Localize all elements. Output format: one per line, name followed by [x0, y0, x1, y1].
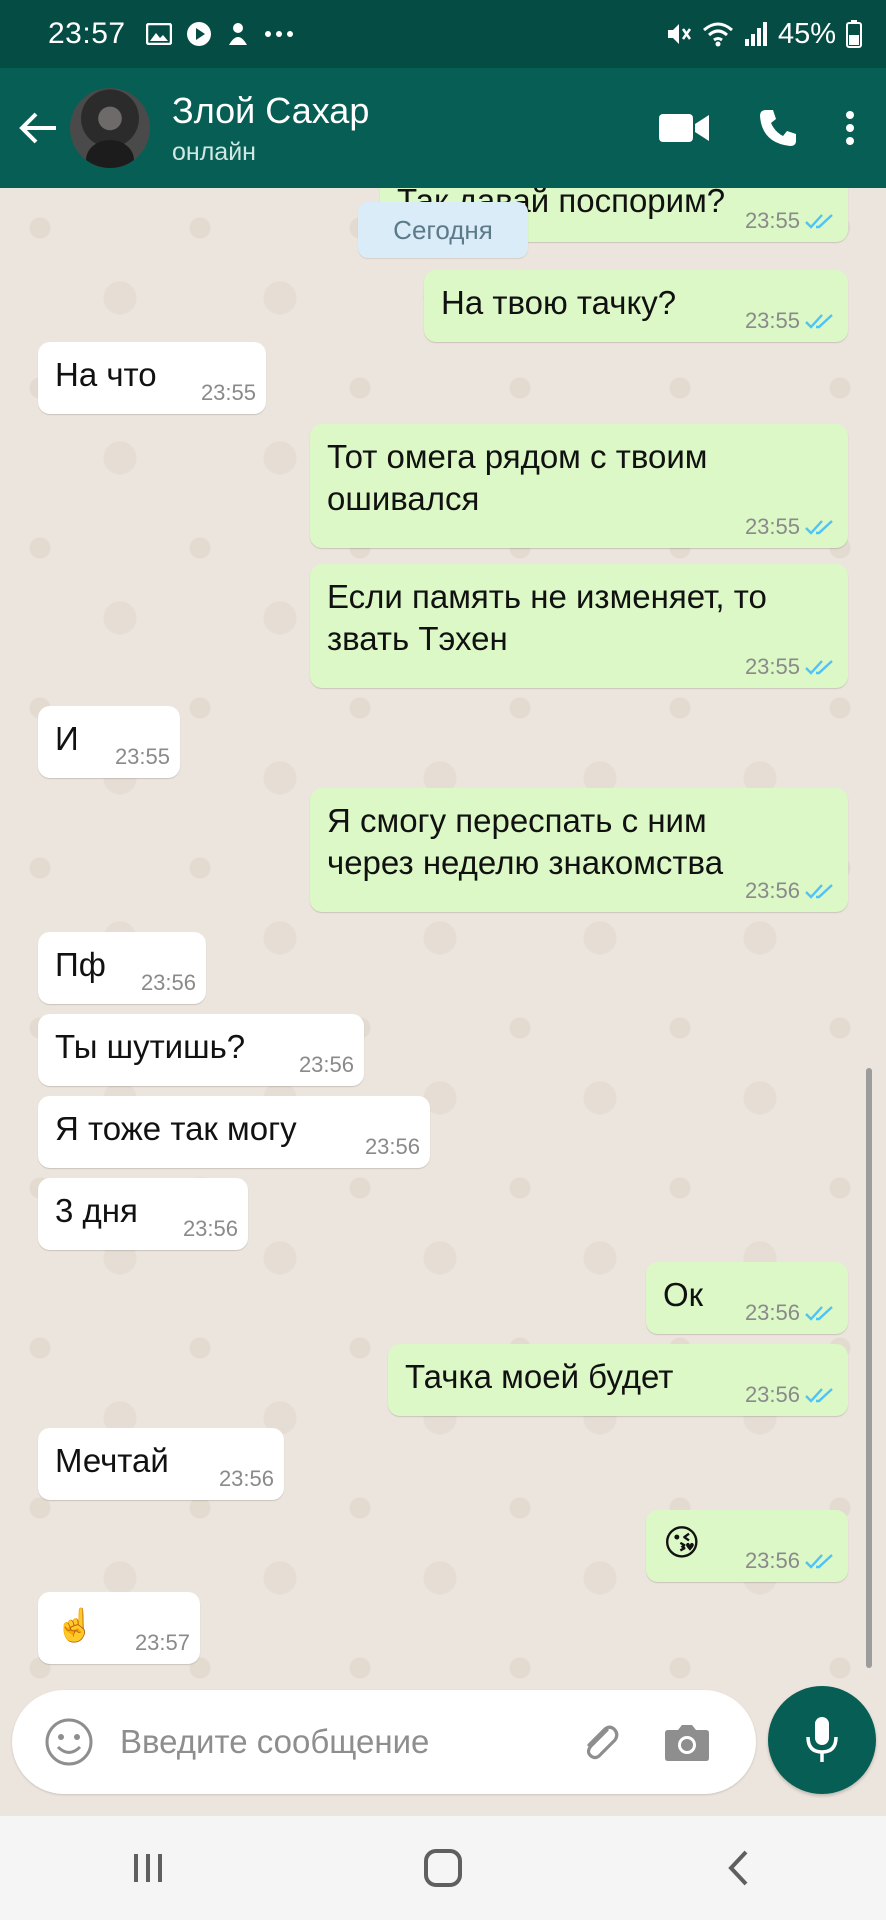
home-icon: [423, 1849, 462, 1887]
message-bubble-incoming[interactable]: Пф 23:56: [38, 932, 206, 1004]
mute-icon: [664, 20, 692, 48]
message-bubble-incoming[interactable]: Мечтай 23:56: [38, 1428, 284, 1500]
message-bubble-incoming[interactable]: 3 дня 23:56: [38, 1178, 248, 1250]
message-time: 23:55: [744, 654, 800, 679]
message-text: Ты шутишь?: [55, 1028, 246, 1065]
camera-button[interactable]: [652, 1707, 722, 1777]
message-text: Пф: [55, 946, 106, 983]
message-time: 23:57: [134, 1630, 190, 1655]
message-text: На что: [55, 356, 157, 393]
back-arrow-icon: [19, 112, 56, 144]
message-text: Я тоже так могу: [55, 1110, 297, 1147]
message-time: 23:56: [744, 878, 800, 903]
read-ticks-icon: [804, 518, 836, 536]
message-text: На твою тачку?: [441, 284, 677, 321]
paperclip-icon: [586, 1725, 619, 1760]
message-time: 23:56: [140, 970, 196, 995]
battery-icon: [846, 20, 862, 48]
camera-icon: [665, 1725, 709, 1761]
message-input[interactable]: [120, 1712, 560, 1772]
contact-info[interactable]: Злой Сахар онлайн: [172, 90, 369, 167]
signal-icon: [744, 21, 768, 47]
emoji-smile-icon: [45, 1718, 93, 1766]
date-separator: Сегодня: [358, 202, 528, 258]
emoji-kiss-icon: 😘: [663, 1522, 701, 1563]
message-time: 23:55: [200, 380, 256, 405]
message-text: Если память не изменяет, то звать Тэхен: [327, 578, 767, 657]
read-ticks-icon: [804, 1552, 836, 1570]
message-bubble-outgoing[interactable]: Я смогу переспать с ним через неделю зна…: [310, 788, 848, 912]
back-button[interactable]: [8, 98, 68, 158]
message-bubble-outgoing[interactable]: Тачка моей будет 23:56: [388, 1344, 848, 1416]
message-text: 3 дня: [55, 1192, 138, 1229]
wifi-icon: [702, 20, 734, 48]
message-time: 23:55: [744, 308, 800, 333]
read-ticks-icon: [804, 212, 836, 230]
message-bubble-outgoing[interactable]: Ок 23:56: [646, 1262, 848, 1334]
read-ticks-icon: [804, 1304, 836, 1322]
message-bubble-incoming[interactable]: Я тоже так могу 23:56: [38, 1096, 430, 1168]
phone-icon: [760, 110, 796, 146]
chevron-left-icon: [728, 1850, 748, 1886]
message-bubble-incoming[interactable]: ☝️ 23:57: [38, 1592, 200, 1664]
message-bubble-incoming[interactable]: На что 23:55: [38, 342, 266, 414]
more-dots-icon: [264, 30, 294, 38]
microphone-icon: [806, 1717, 838, 1762]
chat-header: Злой Сахар онлайн: [0, 68, 886, 188]
message-time: 23:55: [744, 514, 800, 539]
battery-percent: 45%: [777, 17, 836, 50]
message-bubble-outgoing[interactable]: Если память не изменяет, то звать Тэхен …: [310, 564, 848, 688]
message-text: Тот омега рядом с твоим ошивался: [327, 438, 708, 517]
contact-status: онлайн: [172, 137, 256, 166]
message-bubble-outgoing[interactable]: На твою тачку? 23:55: [424, 270, 848, 342]
play-icon: [186, 21, 212, 47]
message-time: 23:55: [744, 208, 800, 233]
home-button[interactable]: [398, 1828, 488, 1908]
more-vertical-icon: [846, 111, 854, 145]
read-ticks-icon: [804, 1386, 836, 1404]
chat-scrollbar[interactable]: [866, 1068, 872, 1668]
message-bubble-outgoing[interactable]: 😘 23:56: [646, 1510, 848, 1582]
status-bar: 23:57 45%: [0, 0, 886, 68]
message-text: Я смогу переспать с ним через неделю зна…: [327, 802, 724, 881]
message-time: 23:56: [182, 1216, 238, 1241]
message-time: 23:56: [744, 1300, 800, 1325]
video-camera-icon: [659, 114, 709, 142]
status-time: 23:57: [48, 17, 126, 50]
image-icon: [145, 23, 172, 45]
message-bubble-incoming[interactable]: И 23:55: [38, 706, 180, 778]
message-bubble-incoming[interactable]: Ты шутишь? 23:56: [38, 1014, 364, 1086]
read-ticks-icon: [804, 882, 836, 900]
read-ticks-icon: [804, 312, 836, 330]
contact-avatar[interactable]: [70, 88, 150, 168]
message-time: 23:56: [364, 1134, 420, 1159]
message-text: И: [55, 720, 79, 757]
contact-name: Злой Сахар: [172, 89, 370, 131]
chat-area[interactable]: Так давай поспорим? 23:55 Сегодня На тво…: [0, 188, 886, 1688]
voice-call-button[interactable]: [736, 86, 820, 170]
message-text: Мечтай: [55, 1442, 169, 1479]
message-text: Ок: [663, 1276, 704, 1313]
app-icon: [226, 21, 250, 47]
system-navigation-bar: [0, 1816, 886, 1920]
recent-apps-button[interactable]: [103, 1828, 193, 1908]
message-time: 23:56: [298, 1052, 354, 1077]
message-text: Тачка моей будет: [405, 1358, 674, 1395]
voice-record-button[interactable]: [768, 1686, 876, 1794]
recent-apps-icon: [133, 1854, 162, 1882]
message-composer: [12, 1690, 756, 1794]
message-bubble-outgoing[interactable]: Тот омега рядом с твоим ошивался 23:55: [310, 424, 848, 548]
menu-button[interactable]: [820, 86, 880, 170]
message-time: 23:56: [218, 1466, 274, 1491]
message-time: 23:56: [744, 1382, 800, 1407]
video-call-button[interactable]: [642, 86, 726, 170]
emoji-pointing-up-icon: ☝️: [55, 1607, 95, 1643]
read-ticks-icon: [804, 658, 836, 676]
emoji-button[interactable]: [34, 1707, 104, 1777]
message-time: 23:56: [744, 1548, 800, 1573]
attach-button[interactable]: [566, 1707, 636, 1777]
back-nav-button[interactable]: [693, 1828, 783, 1908]
message-time: 23:55: [114, 744, 170, 769]
